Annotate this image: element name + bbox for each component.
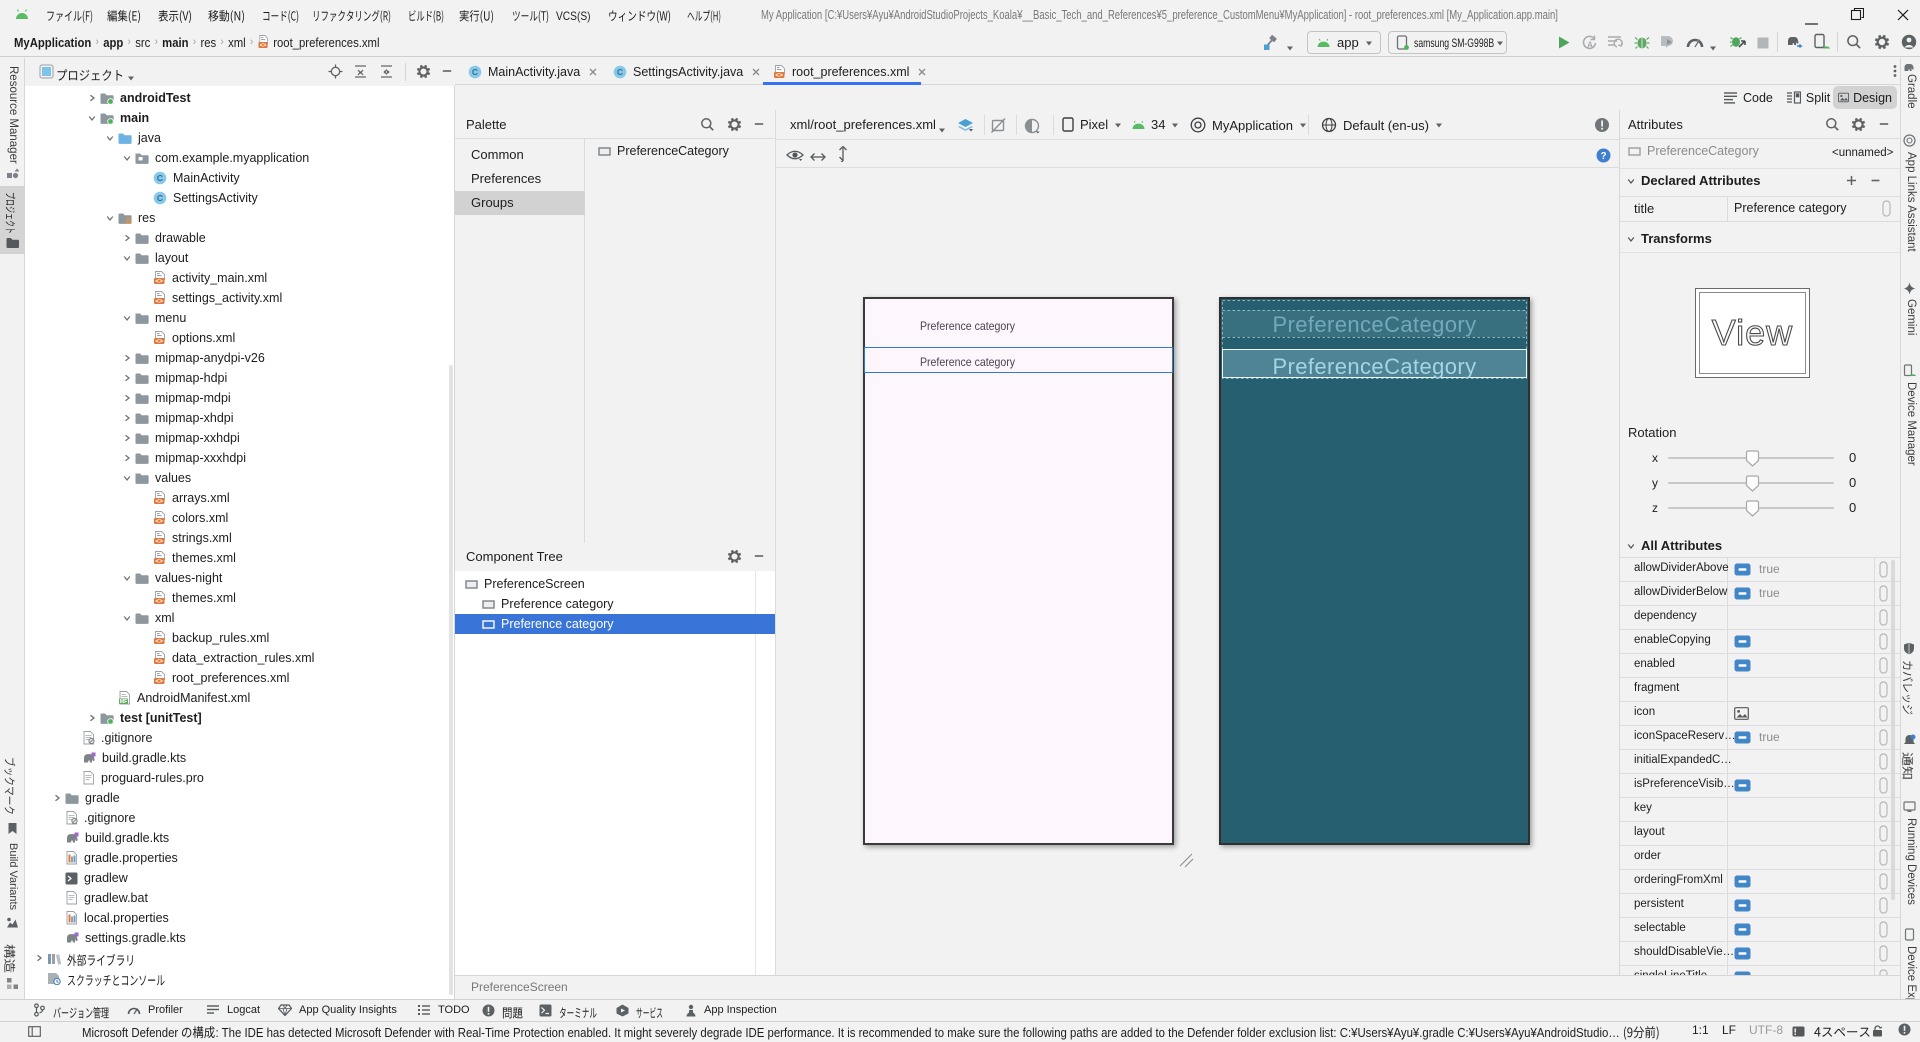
svg-text:MF: MF [120,699,128,705]
svg-text:<>: <> [775,71,783,78]
svg-text:<>: <> [155,558,163,565]
svg-text:<>: <> [155,498,163,505]
svg-text:C: C [472,67,478,77]
svg-text:C: C [157,193,163,203]
svg-text:<>: <> [155,518,163,525]
svg-text:<>: <> [155,598,163,605]
svg-text:<>: <> [155,298,163,305]
svg-text:<>: <> [155,538,163,545]
svg-text:C: C [617,67,623,77]
svg-text:<>: <> [155,278,163,285]
svg-text:<>: <> [155,338,163,345]
svg-text:<>: <> [260,41,267,48]
svg-text:C: C [157,173,163,183]
svg-text:<>: <> [155,678,163,685]
svg-text:<>: <> [155,638,163,645]
svg-text:<>: <> [155,658,163,665]
svg-text:?: ? [1600,151,1606,162]
svg-text:A: A [1587,41,1593,50]
